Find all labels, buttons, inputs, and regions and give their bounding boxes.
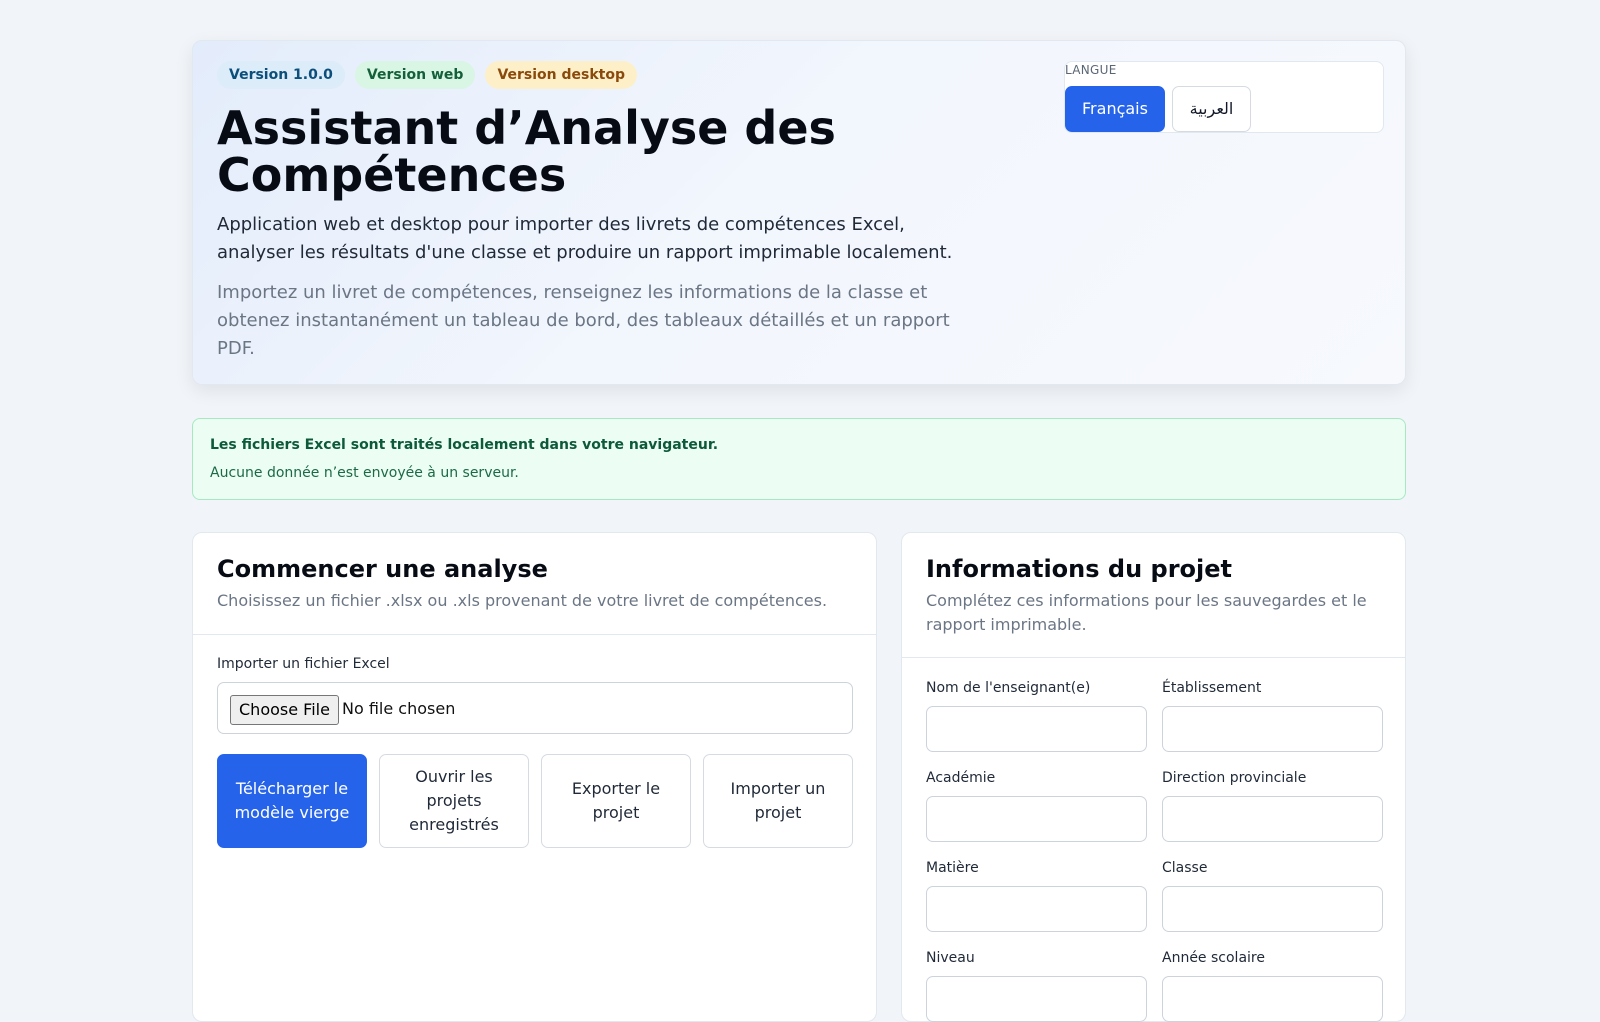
privacy-notice: Les fichiers Excel sont traités localeme… xyxy=(192,418,1406,500)
project-info-description: Complétez ces informations pour les sauv… xyxy=(926,591,1367,634)
subject-input[interactable] xyxy=(926,886,1147,932)
card-divider xyxy=(193,634,876,635)
teacher-name-label: Nom de l'enseignant(e) xyxy=(926,680,1091,696)
excel-file-input[interactable]: Choose File No file chosen xyxy=(217,682,853,734)
class-label: Classe xyxy=(1162,860,1208,876)
provincial-direction-input[interactable] xyxy=(1162,796,1383,842)
privacy-notice-text: Aucune donnée n’est envoyée à un serveur… xyxy=(210,465,519,481)
school-input[interactable] xyxy=(1162,706,1383,752)
academy-input[interactable] xyxy=(926,796,1147,842)
page-subtitle: Importez un livret de compétences, rense… xyxy=(217,282,950,359)
badge-desktop: Version desktop xyxy=(485,61,637,89)
download-template-button[interactable]: Télécharger le modèle vierge xyxy=(217,754,367,848)
project-info-title: Informations du projet xyxy=(926,555,1232,583)
school-year-label: Année scolaire xyxy=(1162,950,1265,966)
page-title: Assistant d’Analyse des Compétences xyxy=(217,101,836,202)
export-project-button[interactable]: Exporter le projet xyxy=(541,754,691,848)
academy-label: Académie xyxy=(926,770,996,786)
language-french-button[interactable]: Français xyxy=(1065,86,1165,132)
school-year-input[interactable] xyxy=(1162,976,1383,1022)
open-saved-projects-button[interactable]: Ouvrir les projets enregistrés xyxy=(379,754,529,848)
project-info-card: Informations du projet Complétez ces inf… xyxy=(901,532,1406,1022)
start-analysis-title: Commencer une analyse xyxy=(217,555,548,583)
hero-header: Version 1.0.0 Version web Version deskto… xyxy=(192,40,1406,385)
badge-web: Version web xyxy=(354,61,476,89)
class-input[interactable] xyxy=(1162,886,1383,932)
card-divider xyxy=(902,657,1405,658)
privacy-notice-title: Les fichiers Excel sont traités localeme… xyxy=(210,437,719,453)
badge-version: Version 1.0.0 xyxy=(217,61,345,89)
start-analysis-card: Commencer une analyse Choisissez un fich… xyxy=(192,532,877,1022)
provincial-direction-label: Direction provinciale xyxy=(1162,770,1307,786)
language-switcher: Langue Français العربية xyxy=(1064,61,1384,133)
page-lead: Application web et desktop pour importer… xyxy=(217,214,953,263)
teacher-name-input[interactable] xyxy=(926,706,1147,752)
language-arabic-button[interactable]: العربية xyxy=(1172,86,1251,132)
file-status: No file chosen xyxy=(342,699,456,718)
file-input-label: Importer un fichier Excel xyxy=(217,656,390,672)
language-label: Langue xyxy=(1065,63,1117,77)
choose-file-button[interactable]: Choose File xyxy=(230,695,339,725)
start-analysis-description: Choisissez un fichier .xlsx ou .xls prov… xyxy=(217,591,828,610)
level-label: Niveau xyxy=(926,950,975,966)
subject-label: Matière xyxy=(926,860,979,876)
level-input[interactable] xyxy=(926,976,1147,1022)
school-label: Établissement xyxy=(1162,680,1262,696)
import-project-button[interactable]: Importer un projet xyxy=(703,754,853,848)
version-badges: Version 1.0.0 Version web Version deskto… xyxy=(217,61,637,89)
